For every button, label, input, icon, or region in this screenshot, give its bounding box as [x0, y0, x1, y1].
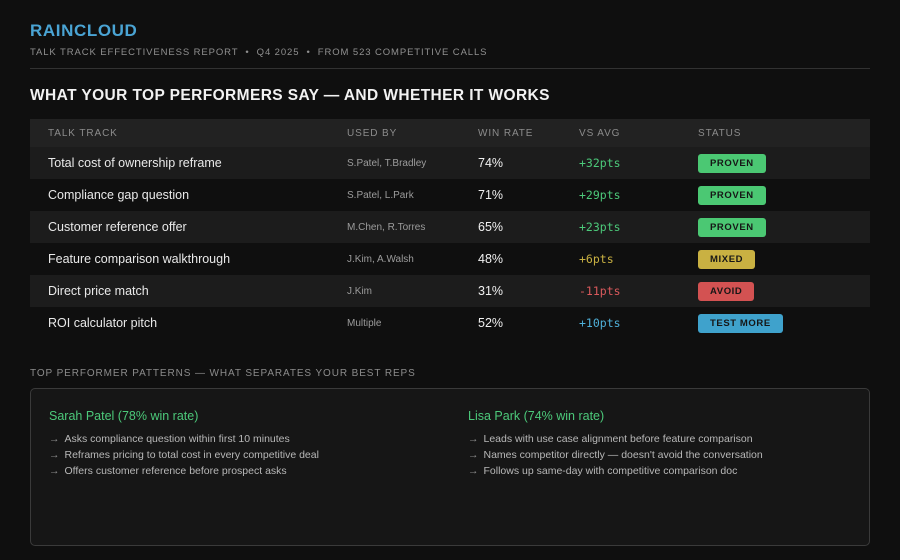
- pattern-item: → Leads with use case alignment before fe…: [468, 431, 851, 447]
- used-by-cell: S.Patel, L.Park: [347, 189, 414, 201]
- arrow-icon: →: [468, 449, 479, 461]
- table-row: Direct price match J.Kim 31% -11pts AVOI…: [30, 275, 870, 307]
- vs-avg-cell: -11pts: [579, 284, 621, 298]
- used-by-cell: S.Patel, T.Bradley: [347, 157, 427, 169]
- win-rate-cell: 52%: [478, 316, 504, 330]
- pattern-item-text: Names competitor directly — doesn't avoi…: [483, 449, 763, 461]
- status-cell: PROVEN: [698, 185, 852, 206]
- pattern-item: → Names competitor directly — doesn't avo…: [468, 447, 851, 463]
- table-row: Total cost of ownership reframe S.Patel,…: [30, 147, 870, 179]
- column-header-win-rate: WIN RATE: [478, 127, 534, 139]
- used-by-cell: J.Kim: [347, 285, 372, 297]
- page-title: WHAT YOUR TOP PERFORMERS SAY — AND WHETH…: [30, 87, 550, 104]
- arrow-icon: →: [49, 449, 60, 461]
- brand-logo: RAINCLOUD: [30, 21, 138, 40]
- win-rate-cell: 65%: [478, 220, 504, 234]
- table-row: Feature comparison walkthrough J.Kim, A.…: [30, 243, 870, 275]
- table-row: Compliance gap question S.Patel, L.Park …: [30, 179, 870, 211]
- win-rate-cell: 31%: [478, 284, 504, 298]
- performer-column: Lisa Park (74% win rate) → Leads with use…: [468, 409, 851, 545]
- vs-avg-cell: +6pts: [579, 252, 614, 266]
- report-subtitle: TALK TRACK EFFECTIVENESS REPORT • Q4 202…: [30, 47, 488, 58]
- status-cell: TEST MORE: [698, 313, 852, 334]
- talk-track-cell: Compliance gap question: [48, 188, 190, 202]
- pattern-item-text: Offers customer reference before prospec…: [64, 465, 287, 477]
- arrow-icon: →: [49, 433, 60, 445]
- win-rate-cell: 74%: [478, 156, 504, 170]
- performer-name: Sarah Patel (78% win rate): [49, 409, 199, 423]
- talk-track-cell: ROI calculator pitch: [48, 316, 158, 330]
- status-badge: PROVEN: [698, 153, 766, 174]
- pattern-item-text: Leads with use case alignment before fea…: [483, 433, 753, 445]
- arrow-icon: →: [468, 465, 479, 477]
- pattern-item: → Asks compliance question within first 1…: [49, 431, 432, 447]
- status-cell: PROVEN: [698, 153, 852, 174]
- talk-track-cell: Feature comparison walkthrough: [48, 252, 231, 266]
- table-row: Customer reference offer M.Chen, R.Torre…: [30, 211, 870, 243]
- report-header: RAINCLOUD TALK TRACK EFFECTIVENESS REPOR…: [30, 20, 870, 69]
- pattern-item: → Follows up same-day with competitive co…: [468, 463, 851, 479]
- status-cell: AVOID: [698, 281, 852, 302]
- talk-track-cell: Total cost of ownership reframe: [48, 156, 222, 170]
- status-badge: TEST MORE: [698, 313, 783, 334]
- win-rate-cell: 48%: [478, 252, 504, 266]
- table-row: ROI calculator pitch Multiple 52% +10pts…: [30, 307, 870, 339]
- talk-track-cell: Customer reference offer: [48, 220, 187, 234]
- status-cell: MIXED: [698, 249, 852, 270]
- patterns-box: Sarah Patel (78% win rate) → Asks complia…: [30, 388, 870, 546]
- performer-column: Sarah Patel (78% win rate) → Asks complia…: [49, 409, 432, 545]
- column-header-talk-track: TALK TRACK: [48, 127, 118, 139]
- column-header-vs-avg: VS AVG: [579, 127, 621, 139]
- pattern-item-text: Reframes pricing to total cost in every …: [64, 449, 319, 461]
- status-badge: PROVEN: [698, 185, 766, 206]
- pattern-item: → Offers customer reference before prospe…: [49, 463, 432, 479]
- vs-avg-cell: +32pts: [579, 156, 621, 170]
- table-body: Total cost of ownership reframe S.Patel,…: [30, 147, 870, 339]
- report-page: RAINCLOUD TALK TRACK EFFECTIVENESS REPOR…: [0, 0, 900, 546]
- vs-avg-cell: +10pts: [579, 316, 621, 330]
- column-header-status: STATUS: [698, 127, 742, 139]
- patterns-section-label: TOP PERFORMER PATTERNS — WHAT SEPARATES …: [30, 368, 416, 379]
- arrow-icon: →: [468, 433, 479, 445]
- vs-avg-cell: +29pts: [579, 188, 621, 202]
- status-badge: PROVEN: [698, 217, 766, 238]
- status-cell: PROVEN: [698, 217, 852, 238]
- column-header-used-by: USED BY: [347, 127, 398, 139]
- table-header-row: TALK TRACK USED BY WIN RATE VS AVG STATU…: [30, 119, 870, 147]
- pattern-item: → Reframes pricing to total cost in every…: [49, 447, 432, 463]
- used-by-cell: M.Chen, R.Torres: [347, 221, 426, 233]
- talk-track-cell: Direct price match: [48, 284, 149, 298]
- vs-avg-cell: +23pts: [579, 220, 621, 234]
- pattern-item-text: Follows up same-day with competitive com…: [483, 465, 738, 477]
- header-divider: [30, 68, 870, 69]
- win-rate-cell: 71%: [478, 188, 504, 202]
- used-by-cell: J.Kim, A.Walsh: [347, 253, 414, 265]
- performer-name: Lisa Park (74% win rate): [468, 409, 605, 423]
- status-badge: AVOID: [698, 281, 755, 302]
- pattern-item-text: Asks compliance question within first 10…: [64, 433, 290, 445]
- status-badge: MIXED: [698, 249, 756, 270]
- arrow-icon: →: [49, 465, 60, 477]
- used-by-cell: Multiple: [347, 317, 382, 329]
- talk-track-table: TALK TRACK USED BY WIN RATE VS AVG STATU…: [30, 119, 870, 339]
